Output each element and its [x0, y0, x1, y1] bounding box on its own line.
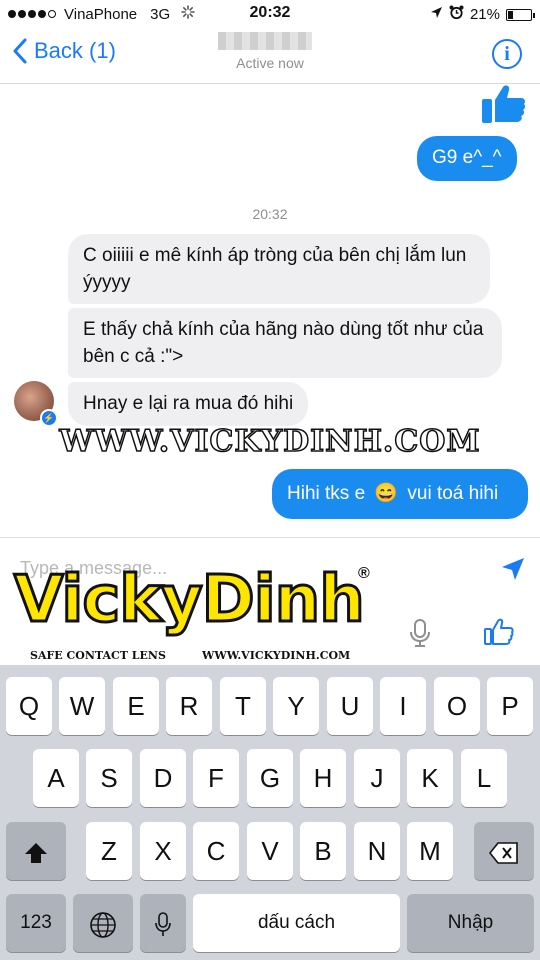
keyboard: Q W E R T Y U I O P A S D F G H J K L Z … — [0, 665, 540, 960]
conversation-header: Back (1) Active now i — [0, 28, 540, 84]
return-key[interactable]: Nhập — [407, 894, 534, 952]
message-sent[interactable]: Hihi tks e 😄 vui toá hihi — [272, 469, 528, 519]
battery-percent: 21% — [469, 6, 500, 23]
alarm-clock-icon — [449, 5, 464, 24]
key-s[interactable]: S — [86, 749, 132, 807]
message-timestamp: 20:32 — [252, 206, 288, 222]
key-c[interactable]: C — [193, 822, 239, 880]
key-i[interactable]: I — [380, 677, 426, 735]
location-arrow-icon — [430, 6, 443, 23]
key-n[interactable]: N — [354, 822, 400, 880]
shift-key[interactable] — [6, 822, 66, 880]
space-key[interactable]: dấu cách — [193, 894, 400, 952]
message-received[interactable]: E thấy chả kính của hãng nào dùng tốt nh… — [68, 308, 502, 378]
logo-wordmark: VickyDinh — [13, 563, 367, 637]
key-y[interactable]: Y — [273, 677, 319, 735]
logo-caption-left: SAFE CONTACT LENS — [30, 649, 166, 662]
status-bar: VinaPhone 3G 20:32 21% — [0, 0, 540, 28]
microphone-icon — [155, 912, 171, 937]
backspace-icon — [488, 842, 518, 864]
message-text: Hihi tks e — [287, 483, 366, 504]
key-h[interactable]: H — [300, 749, 346, 807]
battery-icon — [506, 8, 535, 21]
key-q[interactable]: Q — [6, 677, 52, 735]
key-z[interactable]: Z — [86, 822, 132, 880]
key-r[interactable]: R — [166, 677, 212, 735]
key-x[interactable]: X — [140, 822, 186, 880]
globe-key[interactable] — [73, 894, 133, 952]
logo-caption-right: WWW.VICKYDINH.COM — [202, 649, 351, 662]
active-status: Active now — [236, 55, 304, 71]
key-u[interactable]: U — [327, 677, 373, 735]
key-d[interactable]: D — [140, 749, 186, 807]
send-icon[interactable] — [500, 556, 526, 587]
sent-thumbs-up-icon — [482, 84, 526, 129]
message-text: vui toá hihi — [407, 483, 499, 504]
key-l[interactable]: L — [461, 749, 507, 807]
key-v[interactable]: V — [247, 822, 293, 880]
dictation-key[interactable] — [140, 894, 186, 952]
key-m[interactable]: M — [407, 822, 453, 880]
key-p[interactable]: P — [487, 677, 533, 735]
shift-arrow-icon — [25, 843, 47, 864]
like-icon[interactable] — [484, 618, 514, 651]
watermark-text: WWW.VICKYDINH.COM — [59, 423, 481, 460]
key-g[interactable]: G — [247, 749, 293, 807]
message-sent[interactable]: G9 e^_^ — [417, 136, 517, 181]
globe-icon — [90, 912, 116, 938]
delete-key[interactable] — [474, 822, 534, 880]
key-o[interactable]: O — [434, 677, 480, 735]
key-w[interactable]: W — [59, 677, 105, 735]
key-k[interactable]: K — [407, 749, 453, 807]
key-j[interactable]: J — [354, 749, 400, 807]
registered-mark: ® — [358, 565, 370, 582]
message-received[interactable]: Hnay e lại ra mua đó hihi — [68, 382, 309, 426]
key-b[interactable]: B — [300, 822, 346, 880]
key-f[interactable]: F — [193, 749, 239, 807]
key-t[interactable]: T — [220, 677, 266, 735]
microphone-icon[interactable] — [408, 618, 432, 653]
numbers-key[interactable]: 123 — [6, 894, 66, 952]
status-right: 21% — [430, 5, 535, 24]
key-e[interactable]: E — [113, 677, 159, 735]
info-icon[interactable]: i — [492, 39, 522, 69]
vickydinh-logo: VickyDinh ® SAFE CONTACT LENS WWW.VICKYD… — [13, 563, 370, 663]
key-a[interactable]: A — [33, 749, 79, 807]
message-received[interactable]: C oiiiii e mê kính áp tròng của bên chị … — [68, 234, 490, 304]
grinning-emoji-icon: 😄 — [374, 483, 399, 504]
contact-name-redacted[interactable] — [218, 32, 312, 50]
